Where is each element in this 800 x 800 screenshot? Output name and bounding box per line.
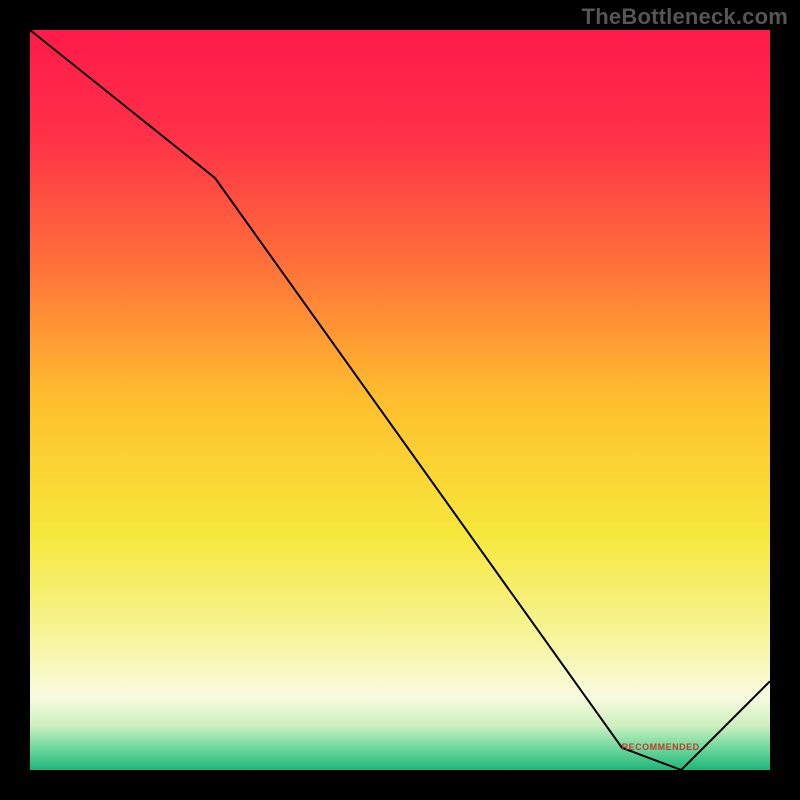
watermark-text: TheBottleneck.com bbox=[582, 4, 788, 30]
plot-area bbox=[30, 30, 770, 770]
chart-container: TheBottleneck.com RECOMMENDED bbox=[0, 0, 800, 800]
recommended-label: RECOMMENDED bbox=[622, 742, 700, 752]
gradient-background bbox=[30, 30, 770, 770]
chart-svg bbox=[30, 30, 770, 770]
